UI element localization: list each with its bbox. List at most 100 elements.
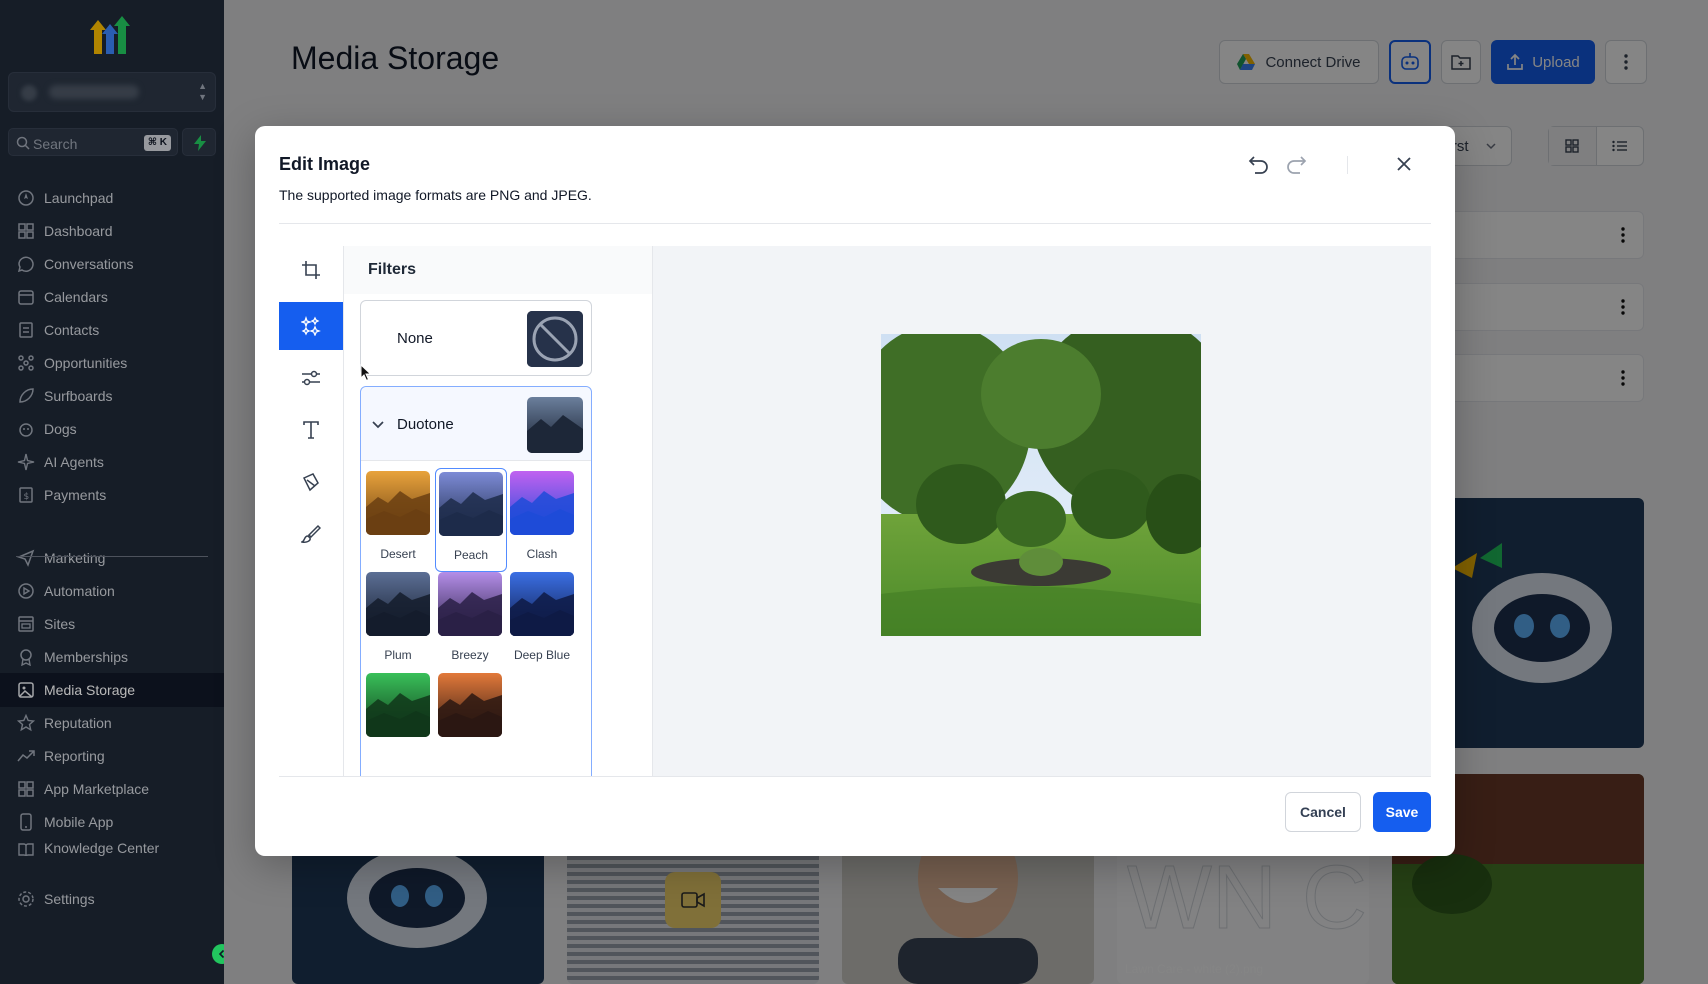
sidebar-item-label: Conversations [44, 256, 134, 272]
bolt-icon [194, 135, 206, 151]
filter-peach[interactable]: Peach [435, 468, 507, 572]
filter-none[interactable]: None [360, 300, 592, 376]
upload-button[interactable]: Upload [1491, 40, 1595, 84]
sidebar-item-label: Marketing [44, 550, 106, 566]
sidebar-item-launchpad[interactable]: Launchpad [0, 181, 224, 215]
filter-deep-blue[interactable]: Deep Blue [507, 569, 579, 673]
media-thumbnail[interactable]: WN C Lawn Care - white (2).png [1117, 848, 1369, 984]
shapes-tool-button[interactable] [279, 458, 343, 506]
adjust-tool-button[interactable] [279, 354, 343, 402]
folder-row[interactable] [1424, 283, 1644, 331]
media-thumbnail[interactable] [292, 848, 544, 984]
sidebar-item-calendars[interactable]: Calendars [0, 280, 224, 314]
redo-icon [1287, 156, 1307, 174]
sidebar-item-dashboard[interactable]: Dashboard [0, 214, 224, 248]
close-button[interactable] [1390, 150, 1418, 178]
folder-row[interactable] [1424, 211, 1644, 259]
duotone-thumbnail [527, 397, 583, 453]
edit-image-modal: Edit Image The supported image formats a… [255, 126, 1455, 856]
phone-icon [16, 812, 36, 832]
sidebar-item-contacts[interactable]: Contacts [0, 313, 224, 347]
filter-plum[interactable]: Plum [363, 569, 435, 673]
footer-divider [279, 776, 1431, 777]
filter-none-label: None [397, 330, 433, 347]
sidebar-item-knowledge-center[interactable]: Knowledge Center [0, 838, 224, 856]
grid-view-button[interactable] [1549, 127, 1597, 165]
sidebar-item-memberships[interactable]: Memberships [0, 640, 224, 674]
sliders-icon [302, 370, 320, 386]
draw-tool-button[interactable] [279, 510, 343, 558]
media-thumbnail[interactable] [567, 848, 819, 984]
sites-icon [16, 614, 36, 634]
filter-breezy[interactable]: Breezy [435, 569, 507, 673]
mouse-cursor-icon [360, 364, 372, 382]
sidebar-item-app-marketplace[interactable]: App Marketplace [0, 772, 224, 806]
redo-button[interactable] [1282, 150, 1310, 178]
sidebar-item-reporting[interactable]: Reporting [0, 739, 224, 773]
account-switcher[interactable]: ▲ ▼ [8, 72, 216, 112]
folder-row[interactable] [1424, 354, 1644, 402]
prohibited-icon [527, 311, 583, 367]
sidebar-item-media-storage[interactable]: Media Storage [0, 673, 224, 707]
duotone-header[interactable]: Duotone [361, 387, 591, 461]
grid-icon [16, 779, 36, 799]
sidebar-item-label: Contacts [44, 322, 100, 338]
kebab-icon[interactable] [1621, 226, 1625, 244]
close-icon [1397, 157, 1411, 171]
sidebar-item-dogs[interactable]: Dogs [0, 412, 224, 446]
filter-clash[interactable]: Clash [507, 468, 579, 572]
preview-image [881, 334, 1201, 636]
sidebar-item-reputation[interactable]: Reputation [0, 706, 224, 740]
text-tool-button[interactable] [279, 406, 343, 454]
sidebar-item-payments[interactable]: $ Payments [0, 478, 224, 512]
save-button[interactable]: Save [1373, 792, 1431, 832]
contacts-icon [16, 320, 36, 340]
filter-label: Deep Blue [513, 648, 571, 662]
undo-button[interactable] [1245, 150, 1273, 178]
quick-action-button[interactable] [182, 128, 216, 156]
gear-icon [16, 889, 36, 909]
filters-tool-button[interactable] [279, 302, 343, 350]
filter-unnamed-8[interactable] [435, 670, 507, 774]
more-options-button[interactable] [1605, 40, 1647, 84]
filter-desert[interactable]: Desert [363, 468, 435, 572]
sidebar-item-marketing[interactable]: Marketing [0, 541, 224, 575]
person-photo-image [898, 848, 1038, 984]
sidebar-item-label: Settings [44, 891, 95, 907]
cancel-button[interactable]: Cancel [1285, 792, 1361, 832]
sidebar-search[interactable]: Search ⌘ K [8, 128, 178, 156]
sidebar-item-opportunities[interactable]: Opportunities [0, 346, 224, 380]
sidebar: ▲ ▼ Search ⌘ K Launchpad Dashboard Conversa… [0, 0, 224, 984]
crop-tool-button[interactable] [279, 246, 343, 294]
page-title: Media Storage [291, 40, 500, 76]
sidebar-item-settings[interactable]: Settings [0, 882, 224, 916]
new-folder-button[interactable] [1441, 40, 1481, 84]
media-thumbnail[interactable] [842, 848, 1094, 984]
filter-unnamed-7[interactable] [363, 670, 435, 774]
filter-group-duotone: Duotone Desert Peach Clash Plum Breezy Deep B… [360, 386, 592, 776]
image-icon [16, 680, 36, 700]
kebab-icon[interactable] [1621, 369, 1625, 387]
sidebar-item-sites[interactable]: Sites [0, 607, 224, 641]
filter-label: Breezy [451, 648, 489, 662]
connect-drive-button[interactable]: Connect Drive [1219, 40, 1379, 84]
sidebar-item-mobile-app[interactable]: Mobile App [0, 805, 224, 839]
kebab-icon[interactable] [1621, 298, 1625, 316]
shapes-icon [302, 473, 319, 492]
filter-thumbnail [510, 572, 574, 636]
sidebar-item-ai-agents[interactable]: AI Agents [0, 445, 224, 479]
undo-icon [1248, 156, 1268, 174]
filter-thumbnail [366, 471, 430, 535]
list-view-button[interactable] [1597, 127, 1644, 165]
sidebar-item-surfboards[interactable]: Surfboards [0, 379, 224, 413]
filter-label: Clash [526, 547, 558, 561]
chevron-down-icon [372, 421, 384, 429]
filter-thumbnail [438, 572, 502, 636]
sidebar-item-automation[interactable]: Automation [0, 574, 224, 608]
sidebar-item-label: Knowledge Center [44, 840, 160, 856]
text-icon [303, 421, 319, 439]
sidebar-item-label: Media Storage [44, 682, 136, 698]
sidebar-item-conversations[interactable]: Conversations [0, 247, 224, 281]
ai-assistant-button[interactable] [1389, 40, 1431, 84]
header-separator [1347, 156, 1348, 174]
